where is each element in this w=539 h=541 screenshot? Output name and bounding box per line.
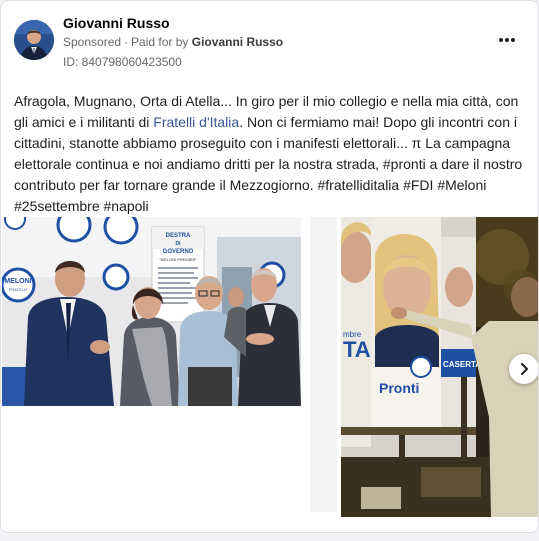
event-photo: MELONI FRATELLI DESTRA DI GOVERNO "MELON…	[2, 217, 301, 406]
poster2-text-ta: TA	[343, 337, 371, 362]
logo-text-meloni: MELONI	[4, 278, 31, 285]
author-name[interactable]: Giovanni Russo	[63, 15, 170, 31]
logo-text-fratelli: FRATELLI	[9, 287, 27, 292]
library-id: ID: 840798060423500	[63, 55, 182, 69]
sponsored-post-card: Giovanni Russo Sponsored · Paid for by Gio…	[0, 0, 539, 533]
more-options-button[interactable]	[495, 31, 519, 49]
poster-text-premier: "MELONI PREMIER"	[159, 257, 197, 262]
poster2-text-mbre: mbre	[343, 330, 362, 339]
post-caption: Afragola, Mugnano, Orta di Atella... In …	[14, 91, 530, 217]
poster2-text-pronti: Pronti	[379, 380, 419, 396]
poster2-text-caserta: CASERTA	[443, 360, 481, 369]
carousel-divider	[310, 217, 337, 512]
poster-text-governo: GOVERNO	[163, 249, 194, 255]
carousel-next-button[interactable]	[509, 354, 538, 384]
poster-text-di: DI	[176, 241, 182, 247]
more-options-icon	[499, 38, 515, 42]
separator-dot: ·	[124, 35, 129, 49]
paid-for-prefix: Paid for by	[131, 35, 189, 49]
poster-text-destra: DESTRA	[166, 233, 191, 239]
chevron-right-icon	[521, 363, 528, 375]
sponsored-line: Sponsored · Paid for by Giovanni Russo	[63, 35, 283, 49]
media-carousel: MELONI FRATELLI DESTRA DI GOVERNO "MELON…	[1, 217, 538, 517]
sponsored-label: Sponsored	[63, 35, 122, 49]
paid-for-name: Giovanni Russo	[191, 35, 284, 49]
carousel-photo-1[interactable]: MELONI FRATELLI DESTRA DI GOVERNO "MELON…	[2, 217, 301, 406]
author-avatar[interactable]	[14, 20, 54, 60]
avatar-image	[14, 20, 54, 60]
fratelli-italia-link[interactable]: Fratelli d'Italia	[153, 114, 239, 130]
